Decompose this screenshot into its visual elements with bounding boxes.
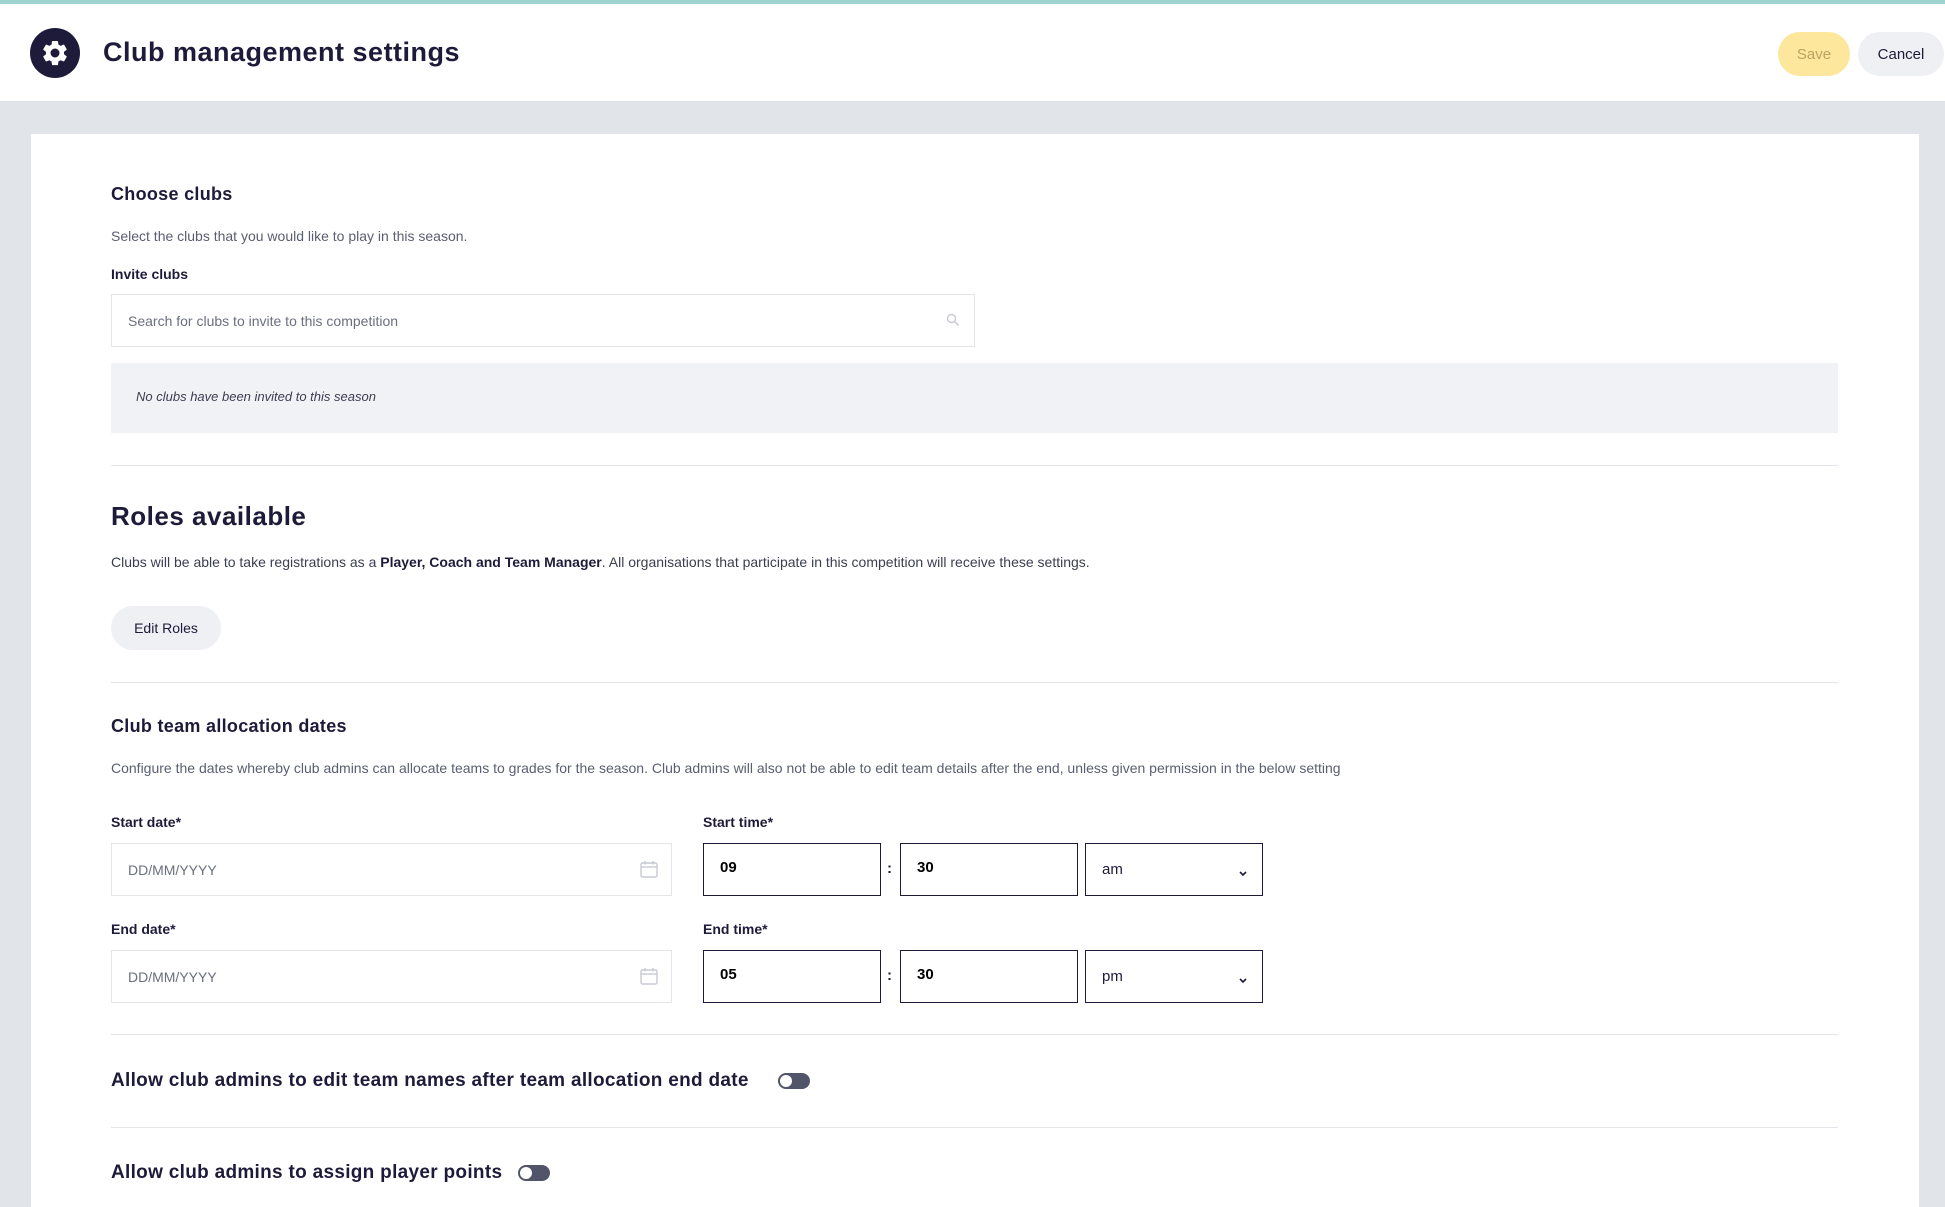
section-divider [111, 682, 1838, 683]
end-minute-input[interactable]: 30 [900, 950, 1078, 1003]
edit-team-names-label: Allow club admins to edit team names aft… [111, 1070, 749, 1091]
end-date-label: End date* [111, 921, 176, 937]
invited-clubs-list: No clubs have been invited to this seaso… [111, 363, 1838, 433]
settings-panel: Choose clubs Select the clubs that you w… [31, 134, 1919, 1207]
start-date-label: Start date* [111, 814, 182, 830]
roles-list: Player, Coach and Team Manager [380, 554, 602, 570]
page-title: Club management settings [103, 37, 461, 67]
calendar-icon[interactable] [639, 966, 659, 991]
edit-team-names-toggle[interactable] [778, 1073, 810, 1089]
roles-description: Clubs will be able to take registrations… [111, 554, 1090, 570]
search-placeholder: Search for clubs to invite to this compe… [128, 313, 399, 329]
invite-clubs-search-input[interactable]: Search for clubs to invite to this compe… [111, 294, 975, 347]
section-divider [111, 1127, 1838, 1128]
save-button[interactable]: Save [1778, 32, 1850, 76]
start-period-select[interactable]: am [1085, 843, 1263, 896]
end-date-input[interactable]: DD/MM/YYYY [111, 950, 672, 1003]
allocation-description: Configure the dates whereby club admins … [111, 760, 1341, 776]
assign-player-points-toggle[interactable] [518, 1165, 550, 1181]
page-header: Club management settings Save Cancel [0, 4, 1945, 101]
chevron-down-icon [1238, 972, 1248, 990]
start-minute-input[interactable]: 30 [900, 843, 1078, 896]
toggle-knob [780, 1075, 792, 1087]
invite-clubs-label: Invite clubs [111, 266, 189, 282]
start-hour-input[interactable]: 09 [703, 843, 881, 896]
end-period-select[interactable]: pm [1085, 950, 1263, 1003]
time-separator: : [887, 967, 892, 984]
chevron-down-icon [1238, 865, 1248, 883]
choose-clubs-description: Select the clubs that you would like to … [111, 228, 468, 244]
roles-heading: Roles available [111, 501, 307, 531]
section-divider [111, 1034, 1838, 1035]
choose-clubs-heading: Choose clubs [111, 184, 233, 204]
gear-icon [30, 28, 80, 78]
start-time-label: Start time* [703, 814, 774, 830]
calendar-icon[interactable] [639, 859, 659, 884]
section-divider [111, 465, 1838, 466]
assign-player-points-label: Allow club admins to assign player point… [111, 1162, 503, 1183]
edit-roles-button[interactable]: Edit Roles [111, 606, 221, 650]
toggle-knob [520, 1167, 532, 1179]
end-hour-input[interactable]: 05 [703, 950, 881, 1003]
start-date-input[interactable]: DD/MM/YYYY [111, 843, 672, 896]
time-separator: : [887, 860, 892, 877]
search-icon [946, 313, 960, 332]
end-time-label: End time* [703, 921, 768, 937]
allocation-heading: Club team allocation dates [111, 716, 347, 736]
no-clubs-message: No clubs have been invited to this seaso… [136, 389, 376, 404]
cancel-button[interactable]: Cancel [1858, 32, 1944, 76]
